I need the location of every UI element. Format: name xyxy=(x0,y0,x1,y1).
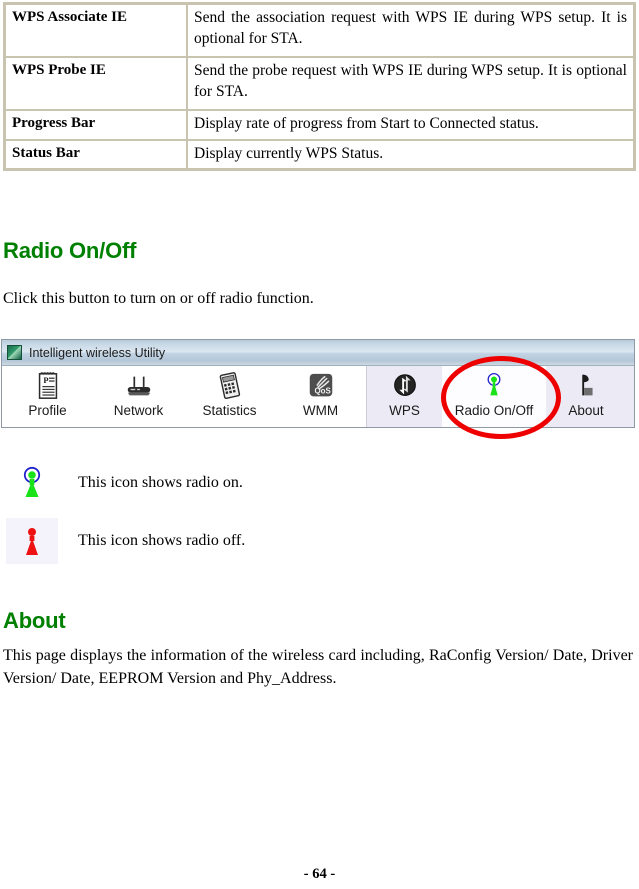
toolbar-item-wmm[interactable]: QoS WMM xyxy=(275,366,366,427)
toolbar-item-wps[interactable]: WPS xyxy=(367,366,442,427)
toolbar-group-secondary: WPS Radio On/Off About xyxy=(367,366,634,427)
toolbar-item-statistics[interactable]: Statistics xyxy=(184,366,275,427)
table-cell-label: WPS Associate IE xyxy=(5,4,187,57)
wps-settings-description-table: WPS Associate IE Send the association re… xyxy=(3,2,636,172)
application-logo-icon xyxy=(7,345,22,360)
toolbar-label-wmm: WMM xyxy=(302,403,339,418)
table-cell-description: Send the probe request with WPS IE durin… xyxy=(187,57,634,110)
table-cell-description: Display currently WPS Status. xyxy=(187,139,634,170)
toolbar-label-wps: WPS xyxy=(389,403,420,418)
table-row: Progress Bar Display rate of progress fr… xyxy=(5,110,634,140)
toolbar-label-radio-on-off: Radio On/Off xyxy=(454,403,534,418)
table-row: Status Bar Display currently WPS Status. xyxy=(5,139,634,170)
wps-arrows-icon xyxy=(393,374,416,396)
about-satellite-icon xyxy=(582,374,593,396)
toolbar-group-primary: P Profile Network Statistics QoS WMM xyxy=(2,366,367,427)
toolbar-label-profile: Profile xyxy=(28,403,67,418)
section-paragraph-radio-on-off: Click this button to turn on or off radi… xyxy=(3,290,314,307)
statistics-calculator-icon xyxy=(219,372,240,400)
utility-application-window: Intelligent wireless Utility P Profile N… xyxy=(1,339,635,428)
legend-row-radio-off: This icon shows radio off. xyxy=(6,518,245,564)
table-row: WPS Probe IE Send the probe request with… xyxy=(5,57,634,110)
svg-text:P: P xyxy=(43,375,48,385)
toolbar-label-network: Network xyxy=(113,403,164,418)
toolbar-item-radio-on-off[interactable]: Radio On/Off xyxy=(442,366,546,427)
section-heading-about: About xyxy=(3,608,66,633)
radio-tower-green-icon xyxy=(487,372,501,396)
legend-text-radio-off: This icon shows radio off. xyxy=(78,532,246,549)
legend-text-radio-on: This icon shows radio on. xyxy=(78,474,243,491)
section-heading-radio-on-off: Radio On/Off xyxy=(3,238,137,263)
toolbar-item-network[interactable]: Network xyxy=(93,366,184,427)
wmm-qos-icon: QoS xyxy=(309,373,332,397)
window-title: Intelligent wireless Utility xyxy=(29,345,166,360)
radio-on-green-tower-icon xyxy=(23,466,41,497)
window-title-bar: Intelligent wireless Utility xyxy=(2,340,634,366)
svg-text:QoS: QoS xyxy=(314,387,330,396)
radio-on-icon-swatch xyxy=(6,460,58,506)
legend-row-radio-on: This icon shows radio on. xyxy=(6,460,243,506)
table-cell-label: Status Bar xyxy=(5,139,187,170)
section-paragraph-about: This page displays the information of th… xyxy=(3,647,633,687)
radio-off-icon-swatch xyxy=(6,518,58,564)
page-number-footer: - 64 - xyxy=(303,866,336,882)
toolbar-label-statistics: Statistics xyxy=(202,403,257,418)
profile-notepad-icon: P xyxy=(38,372,57,399)
table-cell-description: Send the association request with WPS IE… xyxy=(187,4,634,57)
table-cell-label: Progress Bar xyxy=(5,110,187,140)
toolbar-label-about: About xyxy=(568,403,604,418)
table-body: WPS Associate IE Send the association re… xyxy=(5,4,634,170)
table-row: WPS Associate IE Send the association re… xyxy=(5,4,634,57)
toolbar-item-profile[interactable]: P Profile xyxy=(2,366,93,427)
main-toolbar: P Profile Network Statistics QoS WMM WPS… xyxy=(2,366,634,427)
radio-off-red-tower-icon xyxy=(26,528,38,555)
table-cell-description: Display rate of progress from Start to C… xyxy=(187,110,634,140)
network-router-icon xyxy=(127,376,150,396)
toolbar-item-about[interactable]: About xyxy=(546,366,626,427)
table-cell-label: WPS Probe IE xyxy=(5,57,187,110)
